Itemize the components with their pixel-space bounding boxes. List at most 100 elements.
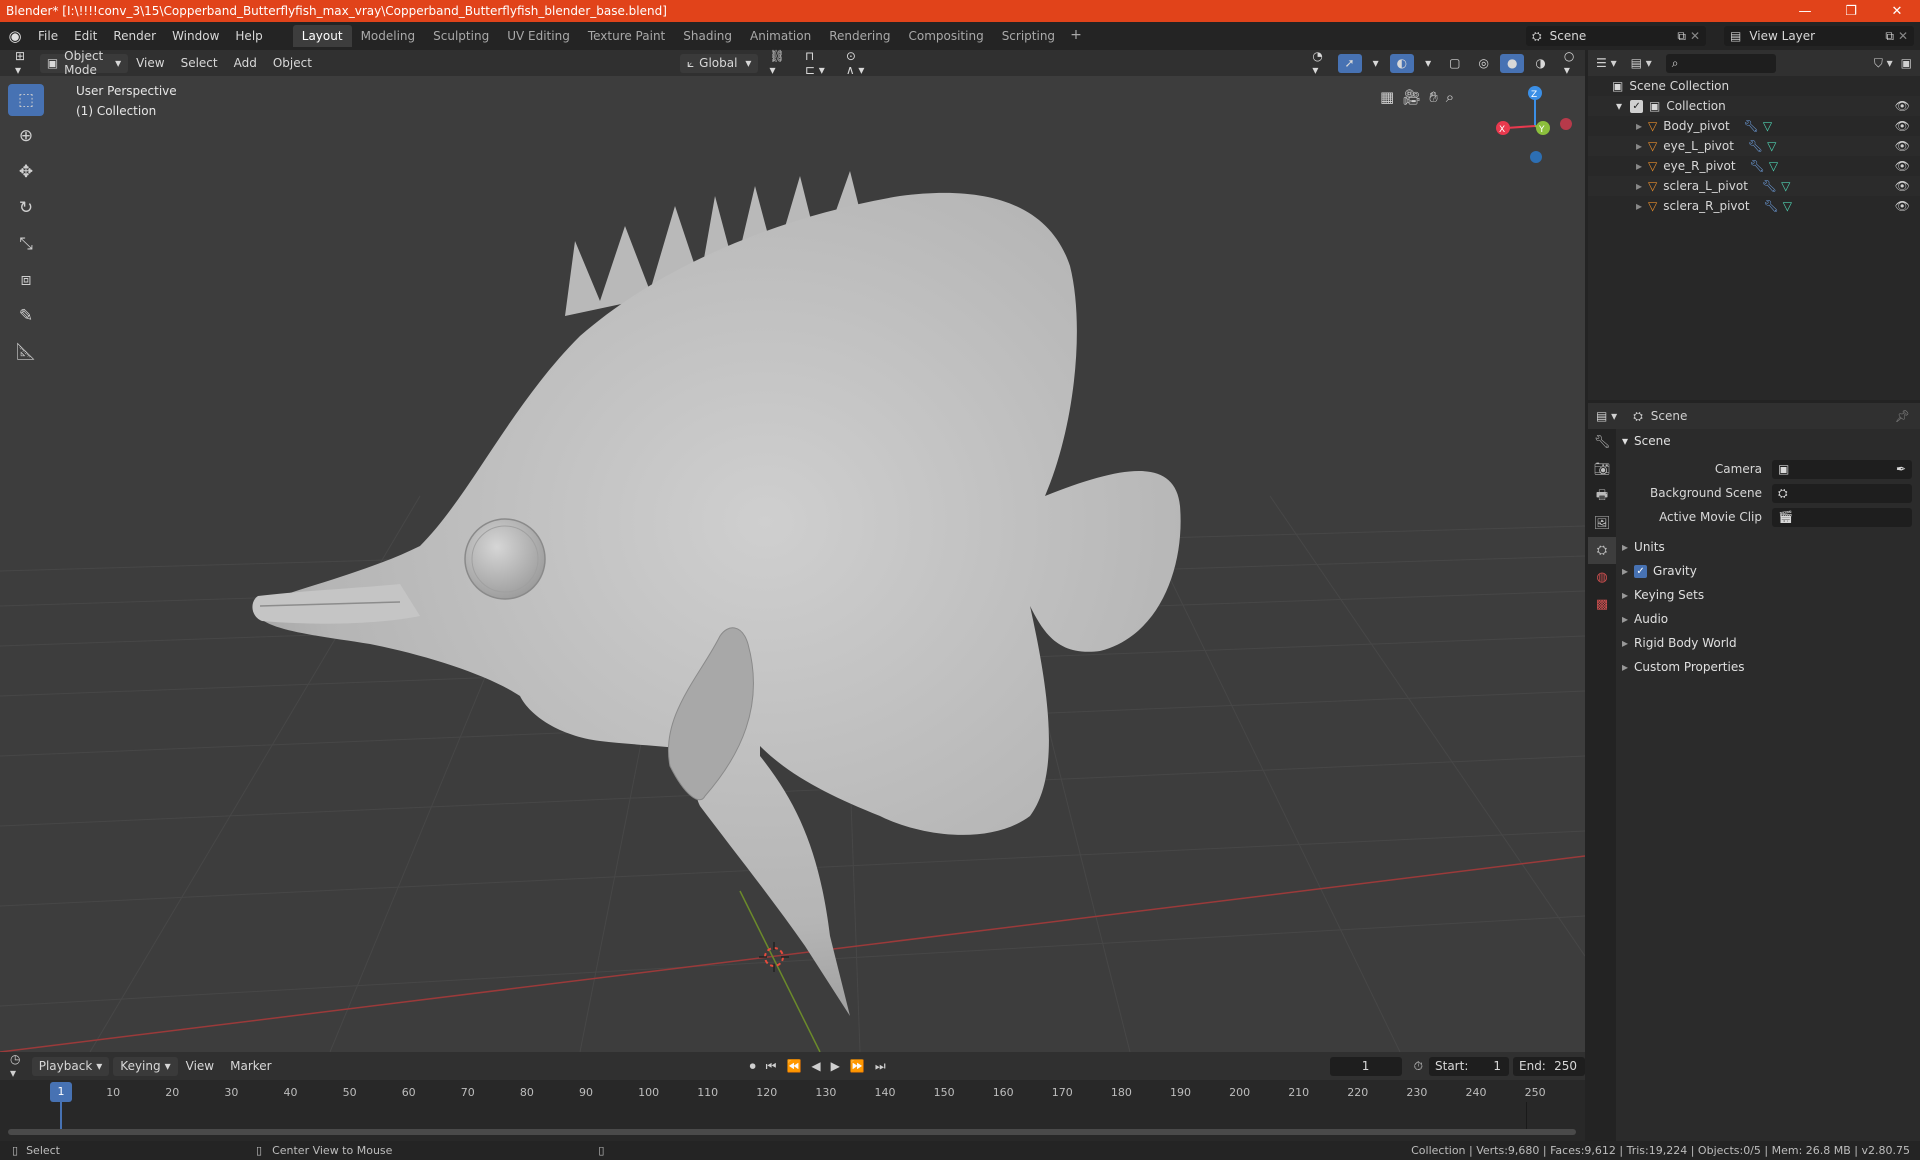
rotate-tool-icon[interactable]: ↻ [8,192,44,224]
add-workspace-button[interactable]: + [1064,25,1088,47]
annotate-tool-icon[interactable]: ✎ [8,300,44,332]
filter-icon[interactable]: ⛉ ▾ [1874,56,1893,71]
panel-audio[interactable]: ▸ Audio [1622,607,1912,631]
modifier-icon[interactable]: 🔧︎ [1750,159,1765,173]
proportional-edit-icon[interactable]: ⊙ ∧ ▾ [839,49,876,77]
outliner-row-scene-collection[interactable]: ▣ Scene Collection [1588,76,1920,96]
tab-sculpting[interactable]: Sculpting [424,25,498,47]
blender-logo-icon[interactable]: ◉ [0,27,30,45]
expand-arrow-icon[interactable]: ▸ [1636,119,1642,133]
play-reverse-icon[interactable]: ◀ [811,1059,820,1074]
mesh-data-icon[interactable]: ▽ [1763,119,1772,133]
pivot-point-icon[interactable]: ⛓ ▾ [762,49,793,77]
expand-arrow-icon[interactable]: ▸ [1636,199,1642,213]
mesh-data-icon[interactable]: ▽ [1769,159,1778,173]
remove-view-layer-icon[interactable]: ✕ [1898,29,1908,43]
timeline-scrollbar[interactable] [8,1129,1576,1135]
rendered-shading-icon[interactable]: ○ ▾ [1557,49,1585,77]
mesh-data-icon[interactable]: ▽ [1781,179,1790,193]
play-icon[interactable]: ▶ [831,1059,840,1074]
eye-icon[interactable]: 👁︎ [1895,99,1910,113]
move-tool-icon[interactable]: ✥ [8,156,44,188]
gravity-checkbox[interactable]: ✓ [1634,564,1648,578]
keying-menu[interactable]: Keying ▾ [113,1056,178,1076]
timeline-menu-view[interactable]: View [178,1059,222,1073]
next-keyframe-icon[interactable]: ⏩ [850,1059,865,1074]
measure-tool-icon[interactable]: 📐︎ [8,336,44,368]
overlay-dropdown-icon[interactable]: ▾ [1418,54,1438,73]
zoom-icon[interactable]: ⌕ [1446,88,1454,106]
modifier-icon[interactable]: 🔧︎ [1744,119,1759,133]
outliner-editor-type-icon[interactable]: ☰ ▾ [1596,56,1617,70]
maximize-button[interactable]: ❐ [1828,4,1874,19]
panel-keying-sets[interactable]: ▸ Keying Sets [1622,583,1912,607]
mode-selector[interactable]: ▣ Object Mode ▾ [39,49,129,77]
menu-window[interactable]: Window [164,29,227,43]
outliner-row-collection[interactable]: ▾ ✓ ▣ Collection 👁︎ [1588,96,1920,116]
outliner-search-input[interactable]: ⌕ [1665,53,1776,73]
fish-model[interactable] [252,171,1181,1016]
mesh-data-icon[interactable]: ▽ [1767,139,1776,153]
outliner-row-object[interactable]: ▸ ▽ sclera_L_pivot 🔧︎ ▽ 👁︎ [1588,176,1920,196]
menu-help[interactable]: Help [227,29,270,43]
playback-menu[interactable]: Playback ▾ [31,1056,110,1076]
scene-selector[interactable]: ⛭ Scene ⧉ ✕ [1526,26,1706,46]
editor-type-icon[interactable]: ⊞ ▾ [8,49,36,77]
current-frame-field[interactable]: 1 [1329,1056,1402,1076]
tab-compositing[interactable]: Compositing [899,25,992,47]
timeline-ruler[interactable]: 1102030405060708090100110120130140150160… [0,1080,1585,1141]
jump-start-icon[interactable]: ⏮ [766,1059,777,1074]
gizmo-neg-x-axis[interactable] [1560,118,1572,130]
eye-icon[interactable]: 👁︎ [1895,199,1910,213]
panel-units[interactable]: ▸ Units [1622,535,1912,559]
menu-edit[interactable]: Edit [66,29,105,43]
properties-editor-type-icon[interactable]: ▤ ▾ [1596,409,1617,423]
viewport-menu-view[interactable]: View [128,56,172,70]
remove-scene-icon[interactable]: ✕ [1690,29,1700,43]
eye-icon[interactable]: 👁︎ [1895,119,1910,133]
xray-icon[interactable]: ▢ [1442,54,1467,73]
viewport-menu-add[interactable]: Add [226,56,265,70]
3d-viewport[interactable]: Z X Y User Perspective (1) Collection ▦ … [0,76,1585,1052]
prev-keyframe-icon[interactable]: ⏪ [786,1059,801,1074]
navigation-gizmo[interactable]: Z X Y [1496,86,1572,163]
tab-layout[interactable]: Layout [292,25,352,47]
transform-orientation-selector[interactable]: ⟀ Global ▾ [679,53,759,73]
texture-properties-tab-icon[interactable]: ▩ [1588,591,1616,618]
outliner-row-object[interactable]: ▸ ▽ Body_pivot 🔧︎ ▽ 👁︎ [1588,116,1920,136]
collection-include-checkbox[interactable]: ✓ [1630,99,1644,113]
tab-shading[interactable]: Shading [674,25,741,47]
menu-file[interactable]: File [30,29,66,43]
tool-properties-tab-icon[interactable]: 🔧︎ [1588,429,1616,456]
jump-end-icon[interactable]: ⏭ [875,1059,886,1074]
tab-modeling[interactable]: Modeling [352,25,425,47]
mesh-data-icon[interactable]: ▽ [1783,199,1792,213]
eye-icon[interactable]: 👁︎ [1895,159,1910,173]
outliner-row-object[interactable]: ▸ ▽ eye_L_pivot 🔧︎ ▽ 👁︎ [1588,136,1920,156]
modifier-icon[interactable]: 🔧︎ [1748,139,1763,153]
panel-rigid-body-world[interactable]: ▸ Rigid Body World [1622,631,1912,655]
viewport-menu-object[interactable]: Object [265,56,320,70]
timeline-editor-type-icon[interactable]: ◷ ▾ [10,1052,22,1080]
new-collection-icon[interactable]: ▣ [1901,56,1912,70]
expand-arrow-icon[interactable]: ▸ [1636,179,1642,193]
cursor-tool-icon[interactable]: ⊕ [8,120,44,152]
transform-tool-icon[interactable]: ⧈ [8,264,44,296]
record-icon[interactable]: ⏺ [750,1059,756,1074]
camera-field[interactable]: ▣ ✒ [1772,459,1912,479]
visibility-icon[interactable]: ◔ ▾ [1305,49,1333,77]
tab-scripting[interactable]: Scripting [993,25,1064,47]
menu-render[interactable]: Render [105,29,164,43]
eyedropper-icon[interactable]: ✒ [1896,462,1906,476]
overlay-toggle-icon[interactable]: ◐ [1389,53,1415,73]
new-scene-icon[interactable]: ⧉ [1677,29,1686,44]
tab-rendering[interactable]: Rendering [820,25,899,47]
modifier-icon[interactable]: 🔧︎ [1764,199,1779,213]
scale-tool-icon[interactable]: ⤡ [8,228,44,260]
output-properties-tab-icon[interactable]: 🖶 [1588,483,1616,510]
view-layer-selector[interactable]: ▤ View Layer ⧉ ✕ [1724,26,1914,46]
world-properties-tab-icon[interactable]: ◍ [1588,564,1616,591]
pan-hand-icon[interactable]: ✋︎ [1429,88,1438,106]
background-scene-field[interactable]: ⛭ [1772,483,1912,503]
scene-properties-tab-icon[interactable]: ⛭ [1588,537,1616,564]
